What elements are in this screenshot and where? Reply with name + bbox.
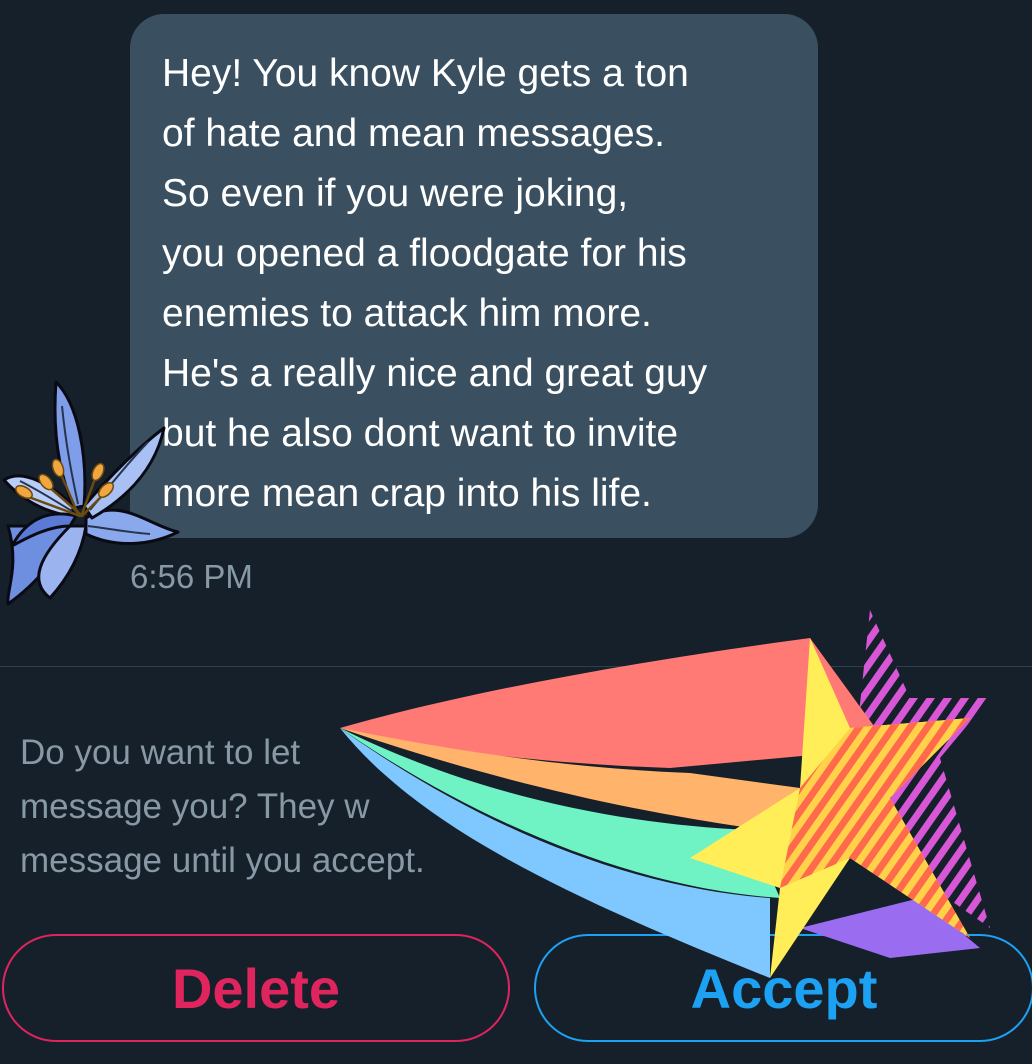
- message-line: you opened a floodgate for his: [162, 232, 687, 275]
- message-line: So even if you were joking,: [162, 172, 629, 215]
- message-line: He's a really nice and great guy: [162, 352, 708, 395]
- message-line: enemies to attack him more.: [162, 292, 652, 335]
- blue-lily-sticker-icon: [2, 380, 180, 606]
- message-line: more mean crap into his life.: [162, 472, 652, 515]
- message-line: Hey! You know Kyle gets a ton: [162, 52, 689, 95]
- message-line: of hate and mean messages.: [162, 112, 665, 155]
- message-line: but he also dont want to invite: [162, 412, 679, 455]
- rainbow-shooting-star-sticker-icon: [340, 610, 990, 978]
- message-bubble[interactable]: Hey! You know Kyle gets a ton of hate an…: [130, 14, 818, 538]
